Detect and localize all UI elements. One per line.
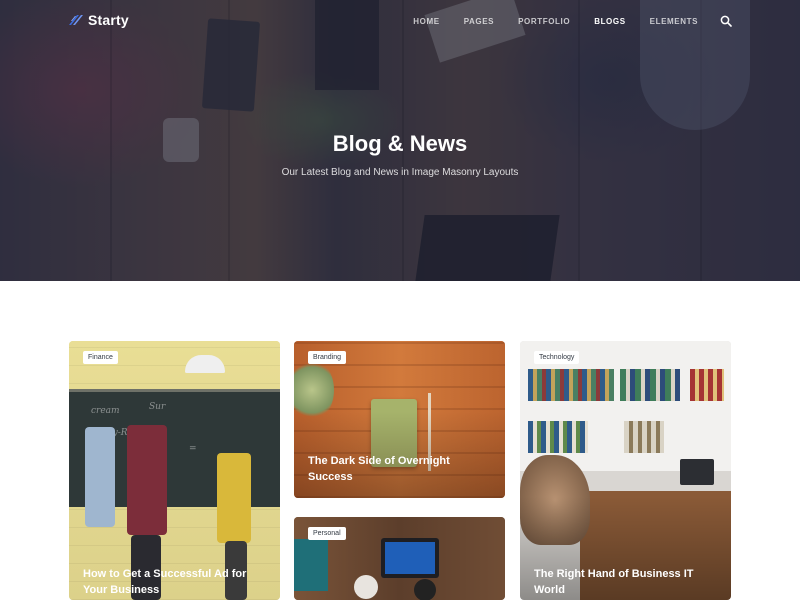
page-title: Blog & News — [332, 131, 468, 156]
brand-logo[interactable]: Starty — [68, 12, 129, 28]
category-badge[interactable]: Branding — [308, 351, 347, 364]
coffee-cup-image — [414, 579, 436, 600]
page-subtitle: Our Latest Blog and News in Image Masonr… — [281, 167, 519, 178]
blog-card-title[interactable]: The Right Hand of Business IT World — [534, 566, 717, 598]
category-badge[interactable]: Technology — [534, 351, 580, 364]
top-navbar: Starty HOME PAGES PORTFOLIO BLOGS ELEMEN… — [0, 0, 800, 42]
coffee-cup-image — [354, 575, 378, 599]
book-image — [294, 539, 328, 591]
nav-item-blogs[interactable]: BLOGS — [594, 17, 625, 26]
hero-banner: Blog & News Our Latest Blog and News in … — [0, 0, 800, 281]
nav-item-elements[interactable]: ELEMENTS — [650, 17, 698, 26]
search-icon[interactable] — [720, 15, 732, 27]
main-menu: HOME PAGES PORTFOLIO BLOGS ELEMENTS — [389, 15, 732, 27]
logo-icon — [69, 15, 83, 25]
brand-name: Starty — [88, 12, 129, 28]
blog-card-title[interactable]: The Dark Side of Overnight Success — [308, 453, 491, 485]
nav-item-portfolio[interactable]: PORTFOLIO — [518, 17, 570, 26]
blog-card-personal[interactable]: Personal — [294, 517, 505, 600]
nav-item-pages[interactable]: PAGES — [464, 17, 494, 26]
blog-card-finance[interactable]: cream Sur rey-Red = Finance How to Get a… — [69, 341, 280, 600]
category-badge[interactable]: Finance — [83, 351, 118, 364]
blog-card-branding[interactable]: Branding The Dark Side of Overnight Succ… — [294, 341, 505, 498]
nav-item-home[interactable]: HOME — [413, 17, 439, 26]
blog-card-technology[interactable]: Technology The Right Hand of Business IT… — [520, 341, 731, 600]
category-badge[interactable]: Personal — [308, 527, 346, 540]
blog-card-title[interactable]: How to Get a Successful Ad for Your Busi… — [83, 566, 266, 598]
